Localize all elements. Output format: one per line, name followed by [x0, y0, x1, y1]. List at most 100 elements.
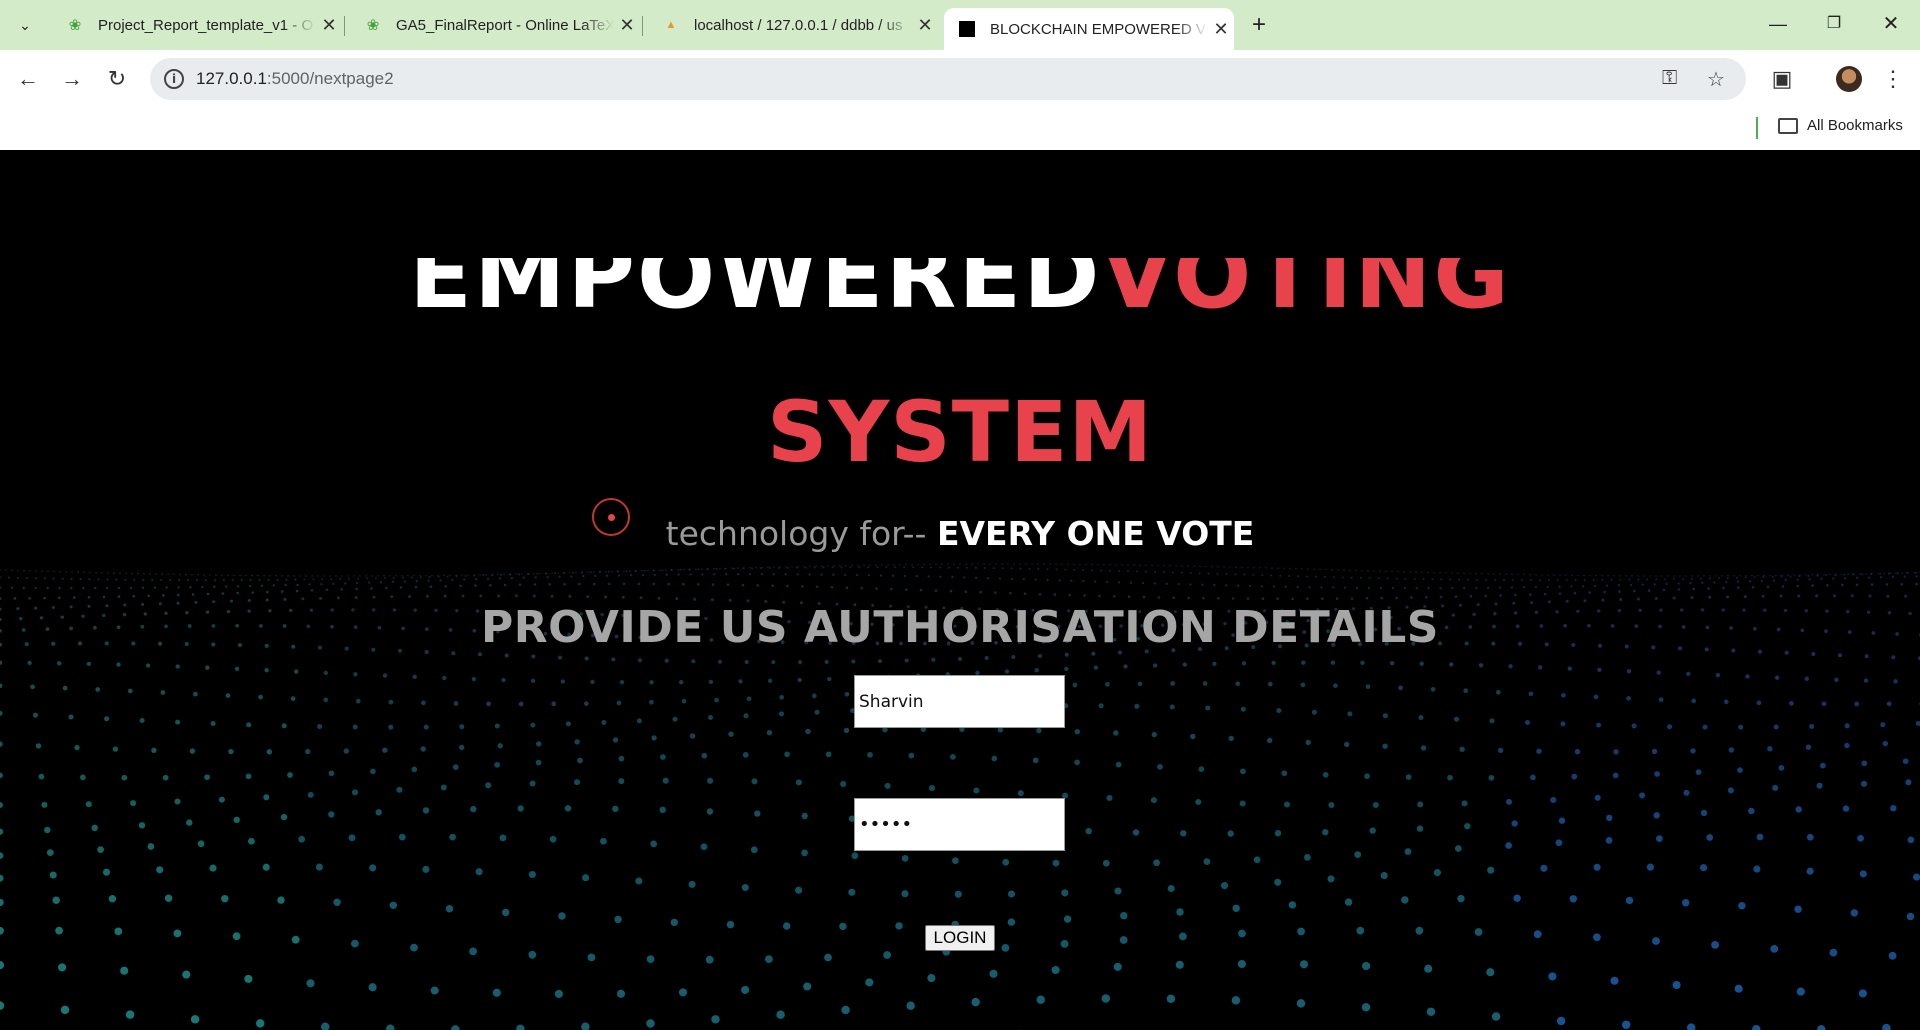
restore-icon[interactable]: ❐ — [1814, 8, 1854, 40]
close-icon[interactable]: ✕ — [912, 15, 938, 36]
particle-dot — [1606, 814, 1613, 822]
particle-dot — [1673, 575, 1675, 577]
particle-dot — [573, 779, 581, 786]
particle-dot — [1679, 575, 1681, 577]
particle-dot — [1541, 574, 1543, 576]
back-arrow-icon[interactable]: ← — [12, 63, 44, 95]
tab-phpmyadmin[interactable]: ▲ localhost / 127.0.0.1 / ddbb / us ✕ — [648, 8, 938, 42]
particle-dot — [1511, 820, 1518, 827]
all-bookmarks-link[interactable]: All Bookmarks — [1807, 117, 1903, 134]
particle-dot — [1743, 595, 1747, 599]
particle-dot — [28, 596, 32, 600]
particle-dot — [984, 656, 989, 660]
particle-dot — [175, 719, 181, 725]
tab-search-chevron-icon[interactable]: ⌄ — [10, 10, 40, 40]
particle-dot — [1751, 574, 1753, 577]
bookmark-star-icon[interactable]: ☆ — [1707, 67, 1725, 92]
profile-avatar[interactable] — [1836, 66, 1862, 92]
particle-dot — [1349, 569, 1351, 572]
particle-dot — [49, 871, 57, 879]
particle-dot — [1619, 598, 1623, 601]
particle-dot — [1296, 585, 1299, 589]
particle-dot — [497, 573, 499, 576]
reload-icon[interactable]: ↻ — [101, 63, 133, 95]
extensions-puzzle-icon[interactable]: ▣ — [1766, 63, 1798, 95]
particle-dot — [1362, 961, 1371, 971]
particle-dot — [600, 837, 607, 845]
particle-dot — [1534, 585, 1537, 589]
particle-dot — [225, 585, 228, 588]
particle-dot — [395, 575, 397, 577]
particle-dot — [1798, 575, 1801, 578]
particle-dot — [89, 571, 91, 574]
close-icon[interactable]: ✕ — [316, 15, 342, 36]
particle-dot — [949, 589, 953, 593]
particle-dot — [1415, 571, 1417, 573]
password-key-icon[interactable]: ⚿ — [1662, 67, 1677, 90]
close-window-icon[interactable]: ✕ — [1871, 8, 1911, 40]
particle-dot — [1216, 596, 1220, 600]
forward-arrow-icon[interactable]: → — [56, 63, 88, 95]
site-info-icon[interactable]: i — [164, 69, 184, 89]
particle-dot — [204, 579, 207, 582]
particle-dot — [344, 582, 347, 585]
particle-dot — [131, 572, 133, 575]
particle-dot — [629, 574, 633, 577]
particle-dot — [546, 575, 549, 579]
particle-dot — [295, 589, 299, 593]
particle-dot — [1330, 660, 1336, 665]
particle-dot — [1706, 834, 1714, 841]
tab-blockchain-voting[interactable]: BLOCKCHAIN EMPOWERED VO ✕ — [944, 8, 1234, 50]
particle-dot — [294, 669, 299, 674]
password-input[interactable] — [854, 798, 1065, 851]
particle-dot — [1610, 578, 1613, 581]
particle-dot — [1152, 663, 1158, 668]
particle-dot — [1780, 575, 1783, 578]
particle-dot — [206, 592, 210, 596]
particle-dot — [1512, 601, 1516, 605]
particle-dot — [824, 659, 829, 664]
particle-dot — [1582, 585, 1585, 588]
particle-dot — [1756, 833, 1764, 841]
particle-dot — [459, 584, 462, 588]
page-content: EMPOWEREDVOTING SYSTEM technology for-- … — [0, 150, 1920, 1030]
address-url[interactable]: 127.0.0.1:5000/nextpage2 — [196, 69, 394, 89]
particle-dot — [0, 926, 4, 935]
particle-dot — [227, 574, 229, 577]
particle-dot — [795, 886, 803, 894]
particle-dot — [257, 574, 259, 577]
menu-kebab-icon[interactable]: ⋮ — [1877, 63, 1909, 95]
close-icon[interactable]: ✕ — [1208, 19, 1234, 40]
particle-dot — [767, 566, 769, 569]
particle-dot — [52, 577, 55, 580]
particle-dot — [0, 586, 2, 589]
particle-dot — [1601, 598, 1605, 602]
close-icon[interactable]: ✕ — [614, 15, 640, 36]
particle-dot — [1700, 809, 1708, 817]
particle-dot — [58, 963, 67, 972]
particle-dot — [612, 737, 619, 743]
tab-ga5-final-report[interactable]: ❀ GA5_FinalReport - Online LaTeX ✕ — [350, 8, 640, 42]
particle-dot — [1260, 585, 1264, 588]
username-input[interactable] — [854, 675, 1065, 728]
particle-dot — [1829, 948, 1838, 957]
particle-dot — [887, 564, 889, 566]
minimize-icon[interactable]: — — [1758, 8, 1798, 40]
address-bar[interactable]: i 127.0.0.1:5000/nextpage2 ⚿ ☆ — [150, 58, 1746, 100]
particle-dot — [234, 666, 240, 672]
particle-dot — [1344, 898, 1353, 906]
particle-dot — [355, 587, 358, 591]
particle-dot — [160, 579, 163, 581]
tab-project-report[interactable]: ❀ Project_Report_template_v1 - O ✕ — [52, 8, 342, 42]
tab-title: BLOCKCHAIN EMPOWERED VO — [990, 20, 1208, 38]
particle-dot — [1649, 575, 1651, 577]
particle-dot — [1646, 578, 1649, 581]
particle-dot — [1811, 584, 1814, 587]
bookmarks-divider — [1756, 117, 1758, 139]
particle-dot — [845, 564, 847, 567]
new-tab-plus-icon[interactable]: + — [1244, 10, 1274, 40]
particle-dot — [1902, 758, 1909, 765]
login-button[interactable]: LOGIN — [925, 925, 995, 951]
particle-dot — [240, 579, 243, 582]
folder-icon[interactable] — [1778, 118, 1798, 134]
